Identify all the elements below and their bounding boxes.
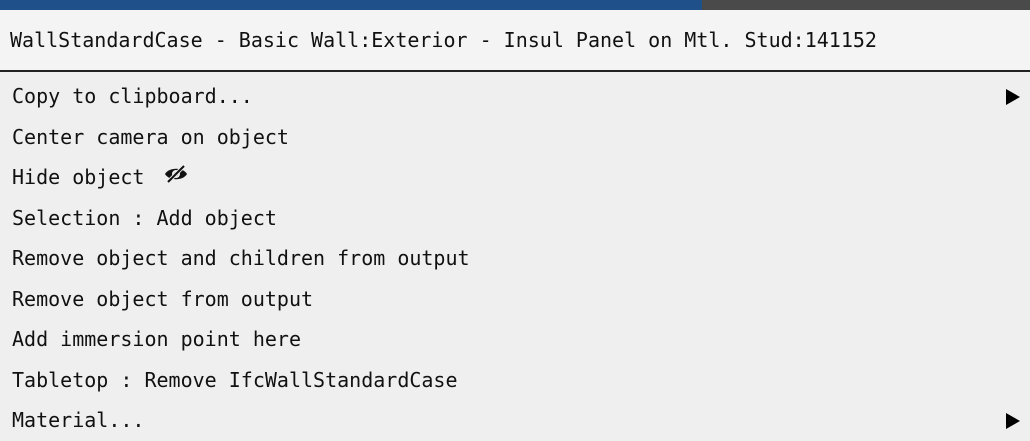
menu-item-remove-object[interactable]: Remove object from output <box>0 279 1030 320</box>
menu-item-label: Remove object from output <box>12 286 314 311</box>
menu-item-label: Copy to clipboard... <box>12 84 253 108</box>
menu-item-hide-object[interactable]: Hide object <box>0 157 1030 198</box>
menu-item-selection-add[interactable]: Selection : Add object <box>0 198 1030 239</box>
top-bar-dark <box>702 0 1030 10</box>
eye-slash-icon <box>163 157 189 197</box>
top-bar-accent <box>0 0 702 10</box>
menu-item-add-immersion-point[interactable]: Add immersion point here <box>0 319 1030 360</box>
menu-item-label: Center camera on object <box>12 124 289 149</box>
menu-item-material[interactable]: Material... <box>0 400 1030 441</box>
menu-item-copy-to-clipboard[interactable]: Copy to clipboard... <box>0 76 1030 117</box>
window-top-bar <box>0 0 1030 10</box>
menu-item-center-camera[interactable]: Center camera on object <box>0 117 1030 158</box>
submenu-arrow-icon <box>1006 89 1020 105</box>
context-menu: WallStandardCase - Basic Wall:Exterior -… <box>0 10 1030 439</box>
menu-item-label: Material... <box>12 408 145 432</box>
context-menu-items: Copy to clipboard... Center camera on ob… <box>0 72 1030 441</box>
menu-item-label: Remove object and children from output <box>12 246 470 270</box>
submenu-arrow-icon <box>1006 413 1020 429</box>
menu-item-label: Add immersion point here <box>12 327 301 351</box>
menu-item-label: Tabletop : Remove IfcWallStandardCase <box>12 367 458 392</box>
menu-item-remove-object-and-children[interactable]: Remove object and children from output <box>0 238 1030 279</box>
menu-item-tabletop-remove[interactable]: Tabletop : Remove IfcWallStandardCase <box>0 360 1030 401</box>
context-menu-title: WallStandardCase - Basic Wall:Exterior -… <box>0 10 1030 72</box>
menu-item-label: Hide object <box>12 165 145 189</box>
menu-item-label: Selection : Add object <box>12 205 277 230</box>
